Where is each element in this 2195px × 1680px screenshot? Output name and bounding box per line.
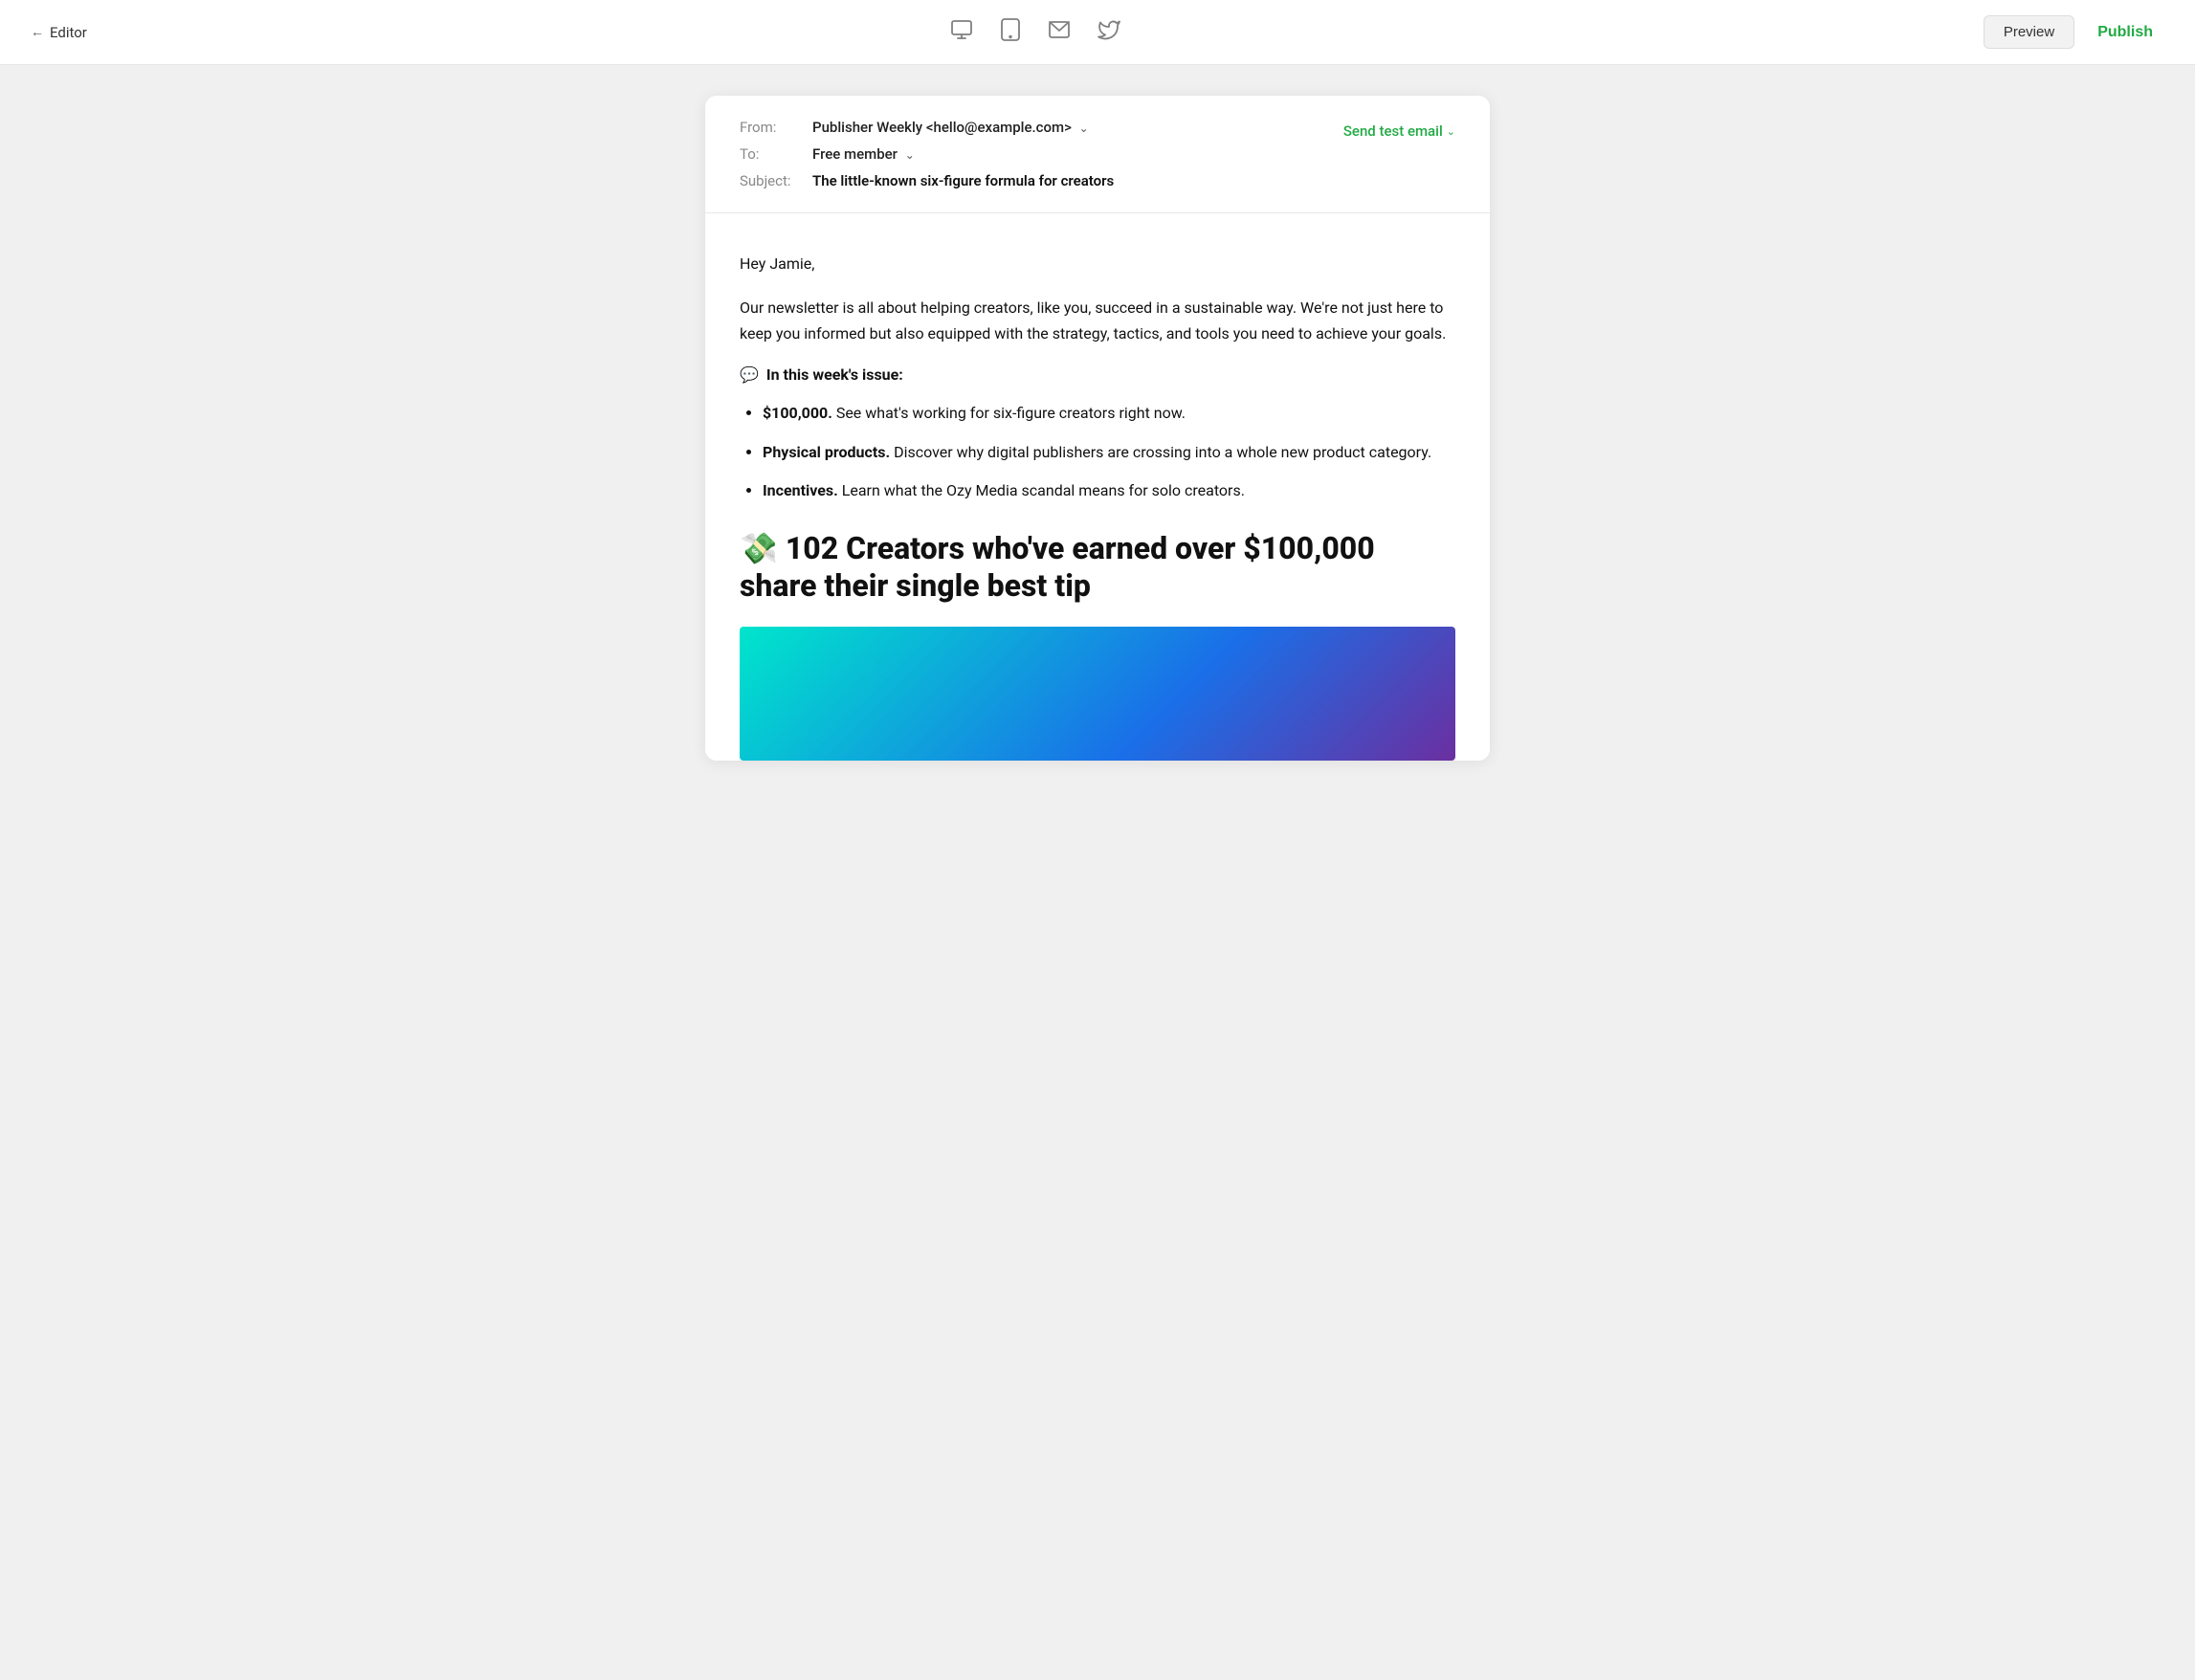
from-label: From: <box>740 119 801 136</box>
bullet-list: $100,000. See what's working for six-fig… <box>740 401 1455 503</box>
subject-row: Subject: The little-known six-figure for… <box>740 172 1114 189</box>
list-item: Incentives. Learn what the Ozy Media sca… <box>763 478 1455 503</box>
from-value[interactable]: Publisher Weekly <hello@example.com> ⌄ <box>812 119 1089 136</box>
email-fields: From: Publisher Weekly <hello@example.co… <box>740 119 1114 189</box>
back-to-editor-link[interactable]: ← Editor <box>31 24 87 41</box>
email-body: Hey Jamie, Our newsletter is all about h… <box>705 213 1490 761</box>
bullet-text-3: Learn what the Ozy Media scandal means f… <box>842 481 1245 499</box>
section-header: 💬 In this week's issue: <box>740 365 1455 384</box>
to-label: To: <box>740 145 801 163</box>
email-container: From: Publisher Weekly <hello@example.co… <box>705 96 1490 761</box>
bullet-bold-2: Physical products. <box>763 443 890 461</box>
preview-button[interactable]: Preview <box>1984 15 2074 49</box>
section-emoji: 💬 <box>740 365 759 384</box>
greeting-text: Hey Jamie, <box>740 252 1455 276</box>
back-arrow-icon: ← <box>31 24 44 40</box>
list-item: Physical products. Discover why digital … <box>763 440 1455 465</box>
article-title: 💸 102 Creators who've earned over $100,0… <box>740 530 1455 604</box>
toolbar-right: Preview Publish <box>1984 15 2164 49</box>
subject-value: The little-known six-figure formula for … <box>812 172 1114 189</box>
send-test-email-button[interactable]: Send test email ⌄ <box>1343 122 1455 140</box>
main-content: From: Publisher Weekly <hello@example.co… <box>0 65 2195 791</box>
list-item: $100,000. See what's working for six-fig… <box>763 401 1455 426</box>
from-dropdown-icon: ⌄ <box>1079 122 1089 135</box>
toolbar-left: ← Editor <box>31 24 87 41</box>
email-icon[interactable] <box>1048 20 1071 45</box>
back-label: Editor <box>50 24 87 41</box>
publish-button[interactable]: Publish <box>2086 16 2164 49</box>
bullet-bold-1: $100,000. <box>763 404 832 422</box>
bullet-bold-3: Incentives. <box>763 481 838 499</box>
email-meta: From: Publisher Weekly <hello@example.co… <box>705 96 1490 213</box>
toolbar-center <box>950 18 1120 47</box>
desktop-icon[interactable] <box>950 18 973 47</box>
from-row: From: Publisher Weekly <hello@example.co… <box>740 119 1114 136</box>
to-dropdown-icon: ⌄ <box>905 148 915 162</box>
to-row: To: Free member ⌄ <box>740 145 1114 163</box>
section-header-text: In this week's issue: <box>766 365 903 384</box>
twitter-icon[interactable] <box>1098 19 1120 46</box>
hero-image <box>740 627 1455 761</box>
toolbar: ← Editor <box>0 0 2195 65</box>
subject-label: Subject: <box>740 172 801 189</box>
send-test-dropdown-icon: ⌄ <box>1447 125 1455 138</box>
to-value[interactable]: Free member ⌄ <box>812 145 915 163</box>
bullet-text-2: Discover why digital publishers are cros… <box>894 443 1431 461</box>
article-title-text: 102 Creators who've earned over $100,000… <box>740 530 1375 603</box>
bullet-text-1: See what's working for six-figure creato… <box>836 404 1186 422</box>
tablet-icon[interactable] <box>1000 18 1021 47</box>
intro-paragraph: Our newsletter is all about helping crea… <box>740 296 1455 346</box>
article-emoji: 💸 <box>740 530 778 566</box>
